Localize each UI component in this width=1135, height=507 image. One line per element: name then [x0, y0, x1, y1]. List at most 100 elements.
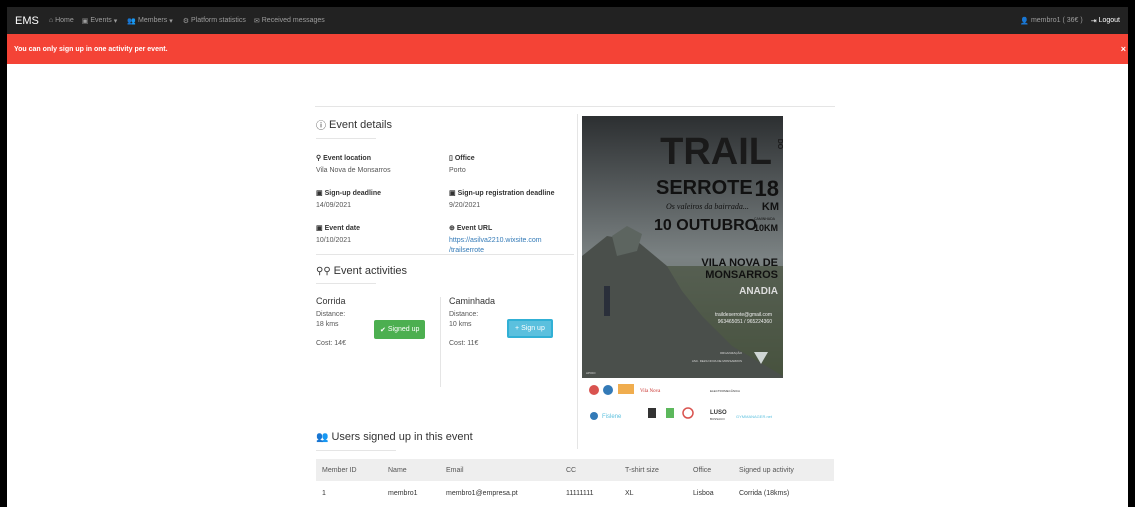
- error-alert: You can only sign up in one activity per…: [7, 34, 1128, 64]
- signup-deadline-label: Sign-up deadline: [324, 189, 382, 197]
- users-table: Member ID Name Email CC T-shirt size Off…: [316, 459, 834, 505]
- nav-received-messages[interactable]: ✉ Received messages: [254, 17, 325, 25]
- poster-title: TRAIL: [660, 131, 772, 173]
- sponsor-gymmanager: GYMMANAGER.net: [736, 414, 773, 419]
- col-email: Email: [440, 459, 560, 481]
- activity-distance-label: Distance:: [316, 311, 346, 318]
- sponsor-vila-nova: Vila Nova: [640, 389, 661, 394]
- event-activities-title: Event activities: [333, 265, 408, 277]
- plus-icon: +: [515, 325, 520, 332]
- event-url-line1: https://asilva2210.wixsite.com: [449, 237, 542, 244]
- poster-email: traildeserrote@gmail.com: [715, 312, 772, 318]
- signed-up-label: Signed up: [387, 326, 420, 333]
- nav-home[interactable]: ⌂ Home: [49, 17, 74, 24]
- divider: [316, 254, 574, 255]
- users-icon: 👥: [316, 431, 329, 443]
- sign-up-button[interactable]: + Sign up: [507, 319, 553, 338]
- sponsor-bussaco: BUSSACO: [710, 417, 725, 421]
- calendar-icon: ▣: [449, 190, 456, 197]
- event-url-link[interactable]: https://asilva2210.wixsite.com /trailser…: [449, 236, 574, 256]
- poster-place2: MONSARROS: [705, 269, 778, 281]
- office-label: Office: [454, 154, 475, 162]
- divider: [316, 450, 396, 451]
- cell-tshirt-size: XL: [625, 489, 634, 497]
- user-icon: 👤: [1020, 17, 1029, 25]
- app-window: EMS ⌂ Home ▣ Events ▾ 👥 Members ▾ ⚙ Plat…: [7, 7, 1128, 507]
- home-icon: ⌂: [48, 17, 54, 24]
- sponsor-fislene: Fislene: [602, 414, 622, 420]
- signed-up-button[interactable]: ✔ Signed up: [374, 320, 426, 339]
- check-icon: ✔: [380, 326, 386, 334]
- poster-runner: [604, 286, 610, 316]
- activity-name: Corrida: [316, 296, 346, 306]
- sign-up-label: Sign up: [521, 325, 545, 332]
- signup-deadline-value: 14/09/2021: [316, 202, 352, 209]
- calendar-icon: ▣: [81, 17, 89, 25]
- poster-tagline: Os valeiros da bairrada...: [666, 202, 749, 211]
- office-value: Porto: [449, 167, 466, 174]
- calendar-icon: ▣: [316, 190, 323, 197]
- nav-events[interactable]: ▣ Events ▾: [82, 17, 120, 25]
- nav-platform-statistics[interactable]: ⚙ Platform statistics: [183, 17, 246, 25]
- map-marker-icon: ⚲: [316, 155, 322, 162]
- poster-caminhada: CAMINHADA: [754, 217, 776, 221]
- user-label: membro1 ( 36€ ): [1030, 17, 1083, 24]
- poster-org2: ASC. DEZA NOVA DE MONSARROS: [692, 359, 742, 363]
- sponsor-logo: [589, 385, 599, 395]
- poster-place3: ANADIA: [739, 286, 778, 297]
- close-icon[interactable]: ×: [1121, 44, 1126, 54]
- event-url: ⊕ Event URL https://asilva2210.wixsite.co…: [449, 224, 574, 256]
- sponsor-logo: [648, 408, 656, 418]
- sponsor-logo: [666, 408, 674, 418]
- event-poster: TRAIL DO SERROTE 18 KM Os valeiros da ba…: [582, 116, 783, 448]
- building-icon: ▯: [449, 155, 453, 162]
- nav-members[interactable]: 👥 Members ▾: [127, 17, 174, 25]
- divider: [316, 283, 376, 284]
- sponsor-electromecanica: ELECTROMECÂNICA: [710, 388, 740, 393]
- cell-cc: 11111111: [566, 489, 594, 497]
- col-member-id: Member ID: [316, 459, 382, 481]
- activity-cost: Cost: 14€: [316, 340, 346, 347]
- user-menu[interactable]: 👤 membro1 ( 36€ ): [1020, 17, 1082, 25]
- registration-deadline-value: 9/20/2021: [449, 202, 481, 209]
- cell-name: membro1: [388, 489, 418, 497]
- poster-serrote: SERROTE: [656, 177, 753, 199]
- nav-right: 👤 membro1 ( 36€ ) ⇥ Logout: [1020, 17, 1120, 25]
- event-date-value: 10/10/2021: [316, 237, 352, 244]
- event-location-label: Event location: [323, 154, 371, 162]
- col-tshirt-size: T-shirt size: [619, 459, 687, 481]
- bicycle-icon: ⚲⚲: [316, 265, 331, 277]
- poster-phones: 963465051 / 965224360: [718, 319, 772, 325]
- sponsor-logo: [603, 385, 613, 395]
- cell-office: Lisboa: [693, 489, 714, 497]
- gear-icon: ⚙: [182, 17, 190, 25]
- cell-signed-up-activity: Corrida (18kms): [739, 489, 790, 497]
- activity-name: Caminhada: [449, 296, 496, 306]
- poster-org: ORGANIZAÇÃO: [720, 350, 743, 355]
- col-office: Office: [687, 459, 733, 481]
- event-activities-heading: ⚲⚲ Event activities: [316, 265, 407, 277]
- info-icon: ⓘ: [316, 121, 326, 132]
- table-row: 1 membro1 membro1@empresa.pt 11111111 XL…: [316, 481, 834, 505]
- caret-down-icon: ▾: [113, 17, 118, 25]
- cell-member-id: 1: [322, 489, 326, 497]
- col-cc: CC: [560, 459, 619, 481]
- col-name: Name: [382, 459, 440, 481]
- signup-deadline: ▣ Sign-up deadline 14/09/2021: [316, 189, 449, 211]
- cell-email: membro1@empresa.pt: [446, 489, 518, 497]
- registration-deadline-label: Sign-up registration deadline: [457, 189, 555, 197]
- divider: [577, 114, 578, 449]
- office: ▯ Office Porto: [449, 154, 574, 176]
- col-signed-up-activity: Signed up activity: [733, 459, 834, 481]
- sponsor-logo: [590, 412, 598, 420]
- logout-link[interactable]: ⇥ Logout: [1091, 17, 1120, 25]
- brand-logo[interactable]: EMS: [15, 15, 39, 27]
- event-location: ⚲ Event location Vila Nova de Monsarros: [316, 154, 449, 176]
- sponsor-logo: [618, 384, 634, 394]
- logout-icon: ⇥: [1090, 17, 1097, 25]
- poster-date: 10 OUTUBRO: [654, 217, 757, 234]
- poster-place1: VILA NOVA DE: [701, 257, 778, 269]
- event-details-heading: ⓘ Event details: [316, 117, 574, 133]
- event-details-title: Event details: [329, 118, 392, 131]
- poster-apoio: APOIO: [586, 371, 596, 375]
